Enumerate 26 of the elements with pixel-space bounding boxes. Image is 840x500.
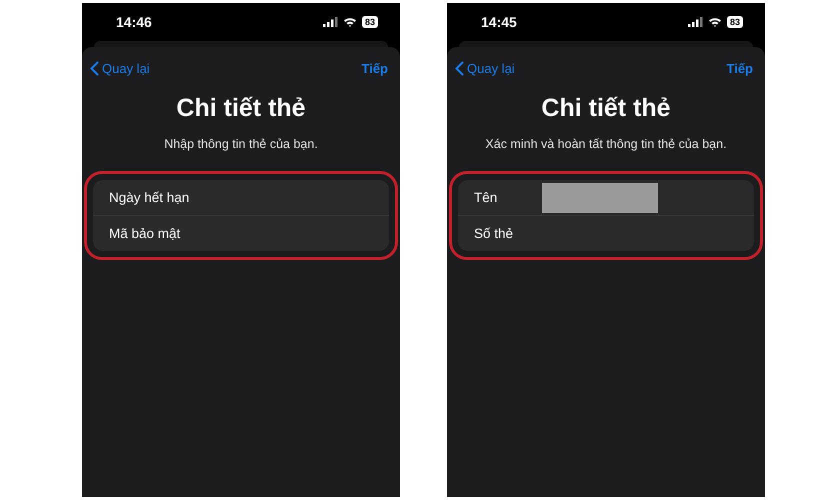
signal-icon bbox=[322, 17, 338, 27]
field-label: Mã bảo mật bbox=[109, 226, 180, 241]
next-button[interactable]: Tiếp bbox=[726, 61, 753, 76]
battery-level: 83 bbox=[726, 16, 743, 28]
chevron-left-icon bbox=[455, 61, 464, 76]
page-subtitle: Nhập thông tin thẻ của bạn. bbox=[164, 137, 318, 151]
back-button[interactable]: Quay lại bbox=[90, 61, 150, 76]
next-button[interactable]: Tiếp bbox=[362, 61, 388, 76]
wifi-icon bbox=[342, 17, 357, 27]
field-label: Tên bbox=[474, 190, 498, 205]
form-row[interactable]: Mã bảo mật bbox=[93, 216, 389, 251]
status-time: 14:45 bbox=[481, 14, 517, 30]
battery-level: 83 bbox=[362, 16, 378, 28]
signal-icon bbox=[688, 17, 703, 27]
form-row[interactable]: Tên bbox=[458, 180, 754, 216]
field-label: Ngày hết hạn bbox=[109, 190, 190, 205]
page-title: Chi tiết thẻ bbox=[541, 94, 671, 123]
status-time: 14:46 bbox=[116, 14, 152, 30]
back-button[interactable]: Quay lại bbox=[455, 61, 515, 76]
page-subtitle: Xác minh và hoàn tất thông tin thẻ của bạn. bbox=[485, 137, 727, 151]
form-row[interactable]: Số thẻ bbox=[458, 216, 754, 251]
chevron-left-icon bbox=[90, 61, 99, 76]
form-row[interactable]: Ngày hết hạn bbox=[93, 180, 389, 216]
page-title: Chi tiết thẻ bbox=[176, 94, 306, 123]
wifi-icon bbox=[708, 17, 722, 27]
field-label: Số thẻ bbox=[474, 226, 514, 241]
